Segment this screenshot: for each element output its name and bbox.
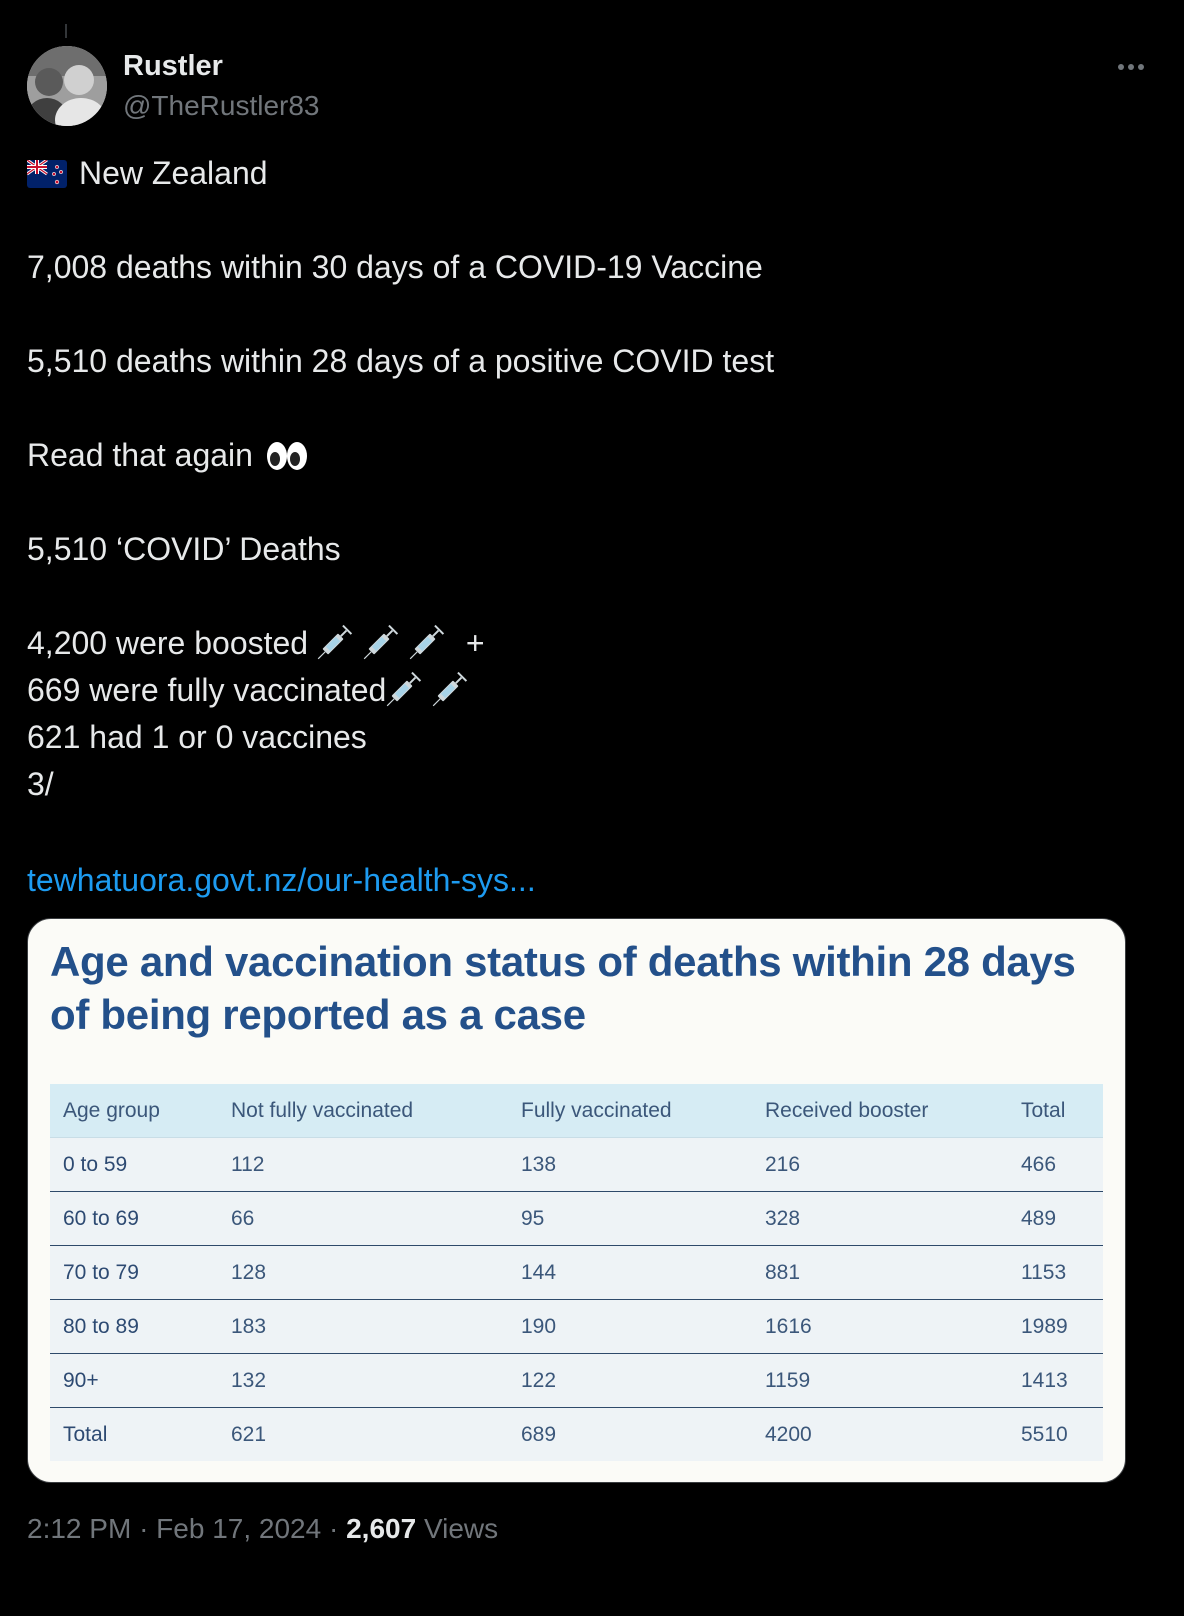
boosted-line: 4,200 were boosted +: [27, 620, 1147, 667]
table-row: 0 to 59 112 138 216 466: [50, 1137, 1103, 1192]
country-line: New Zealand: [26, 150, 1147, 197]
table-cell: 144: [508, 1245, 752, 1300]
covid-total-line: 5,510 ‘COVID’ Deaths: [27, 531, 341, 567]
table-header-cell: Total: [1008, 1084, 1103, 1138]
eyes-icon: [266, 438, 308, 485]
thread-connector-line: [65, 24, 67, 38]
table-row: 90+ 132 122 1159 1413: [50, 1353, 1103, 1408]
table-cell: 5510: [1008, 1407, 1103, 1461]
author-handle[interactable]: @TheRustler83: [123, 90, 320, 122]
views-label: Views: [423, 1513, 499, 1544]
table-cell: 1616: [752, 1299, 1008, 1354]
tweet-meta: 2:12 PM · Feb 17, 2024 · 2,607 Views: [27, 1513, 498, 1545]
views-count: 2,607: [346, 1513, 417, 1544]
table-cell: 621: [218, 1407, 508, 1461]
boosted-text: 4,200 were boosted: [27, 625, 309, 661]
table-cell: 112: [218, 1137, 508, 1192]
syringe-icon: [317, 620, 457, 673]
table-header-cell: Received booster: [752, 1084, 1008, 1138]
source-link-text[interactable]: tewhatuora.govt.nz/our-health-sys...: [27, 862, 536, 898]
fully-vaccinated-text: 669 were fully vaccinated: [27, 672, 387, 708]
table-cell: 66: [218, 1191, 508, 1246]
deaths-table: Age group Not fully vaccinated Fully vac…: [50, 1084, 1103, 1461]
table-cell: 122: [508, 1353, 752, 1408]
source-link[interactable]: tewhatuora.govt.nz/our-health-sys...: [27, 857, 1147, 904]
tweet-date[interactable]: Feb 17, 2024: [156, 1513, 321, 1544]
table-cell: 132: [218, 1353, 508, 1408]
table-cell: 1153: [1008, 1245, 1103, 1300]
new-zealand-flag-icon: [26, 154, 67, 201]
table-cell: 216: [752, 1137, 1008, 1192]
fully-vaccinated-line: 669 were fully vaccinated: [27, 667, 1147, 714]
card-title: Age and vaccination status of deaths wit…: [50, 938, 1076, 1038]
meta-separator: ·: [328, 1513, 339, 1544]
more-options-icon[interactable]: [1113, 52, 1149, 82]
table-header-cell: Age group: [50, 1084, 218, 1138]
table-row: 70 to 79 128 144 881 1153: [50, 1245, 1103, 1300]
table-cell: 328: [752, 1191, 1008, 1246]
table-cell: 70 to 79: [50, 1245, 218, 1300]
read-again-text: Read that again: [27, 437, 253, 473]
table-total-row: Total 621 689 4200 5510: [50, 1407, 1103, 1461]
table-header-cell: Fully vaccinated: [508, 1084, 752, 1138]
table-cell: 881: [752, 1245, 1008, 1300]
table-cell: 90+: [50, 1353, 218, 1408]
covid-deaths-line: 5,510 deaths within 28 days of a positiv…: [27, 343, 775, 379]
table-cell: 183: [218, 1299, 508, 1354]
table-header-cell: Not fully vaccinated: [218, 1084, 508, 1138]
table-cell: 1413: [1008, 1353, 1103, 1408]
table-cell: 466: [1008, 1137, 1103, 1192]
table-cell: 128: [218, 1245, 508, 1300]
vaccine-deaths-line: 7,008 deaths within 30 days of a COVID-1…: [27, 249, 763, 285]
tweet-time[interactable]: 2:12 PM: [27, 1513, 131, 1544]
table-header-row: Age group Not fully vaccinated Fully vac…: [50, 1084, 1103, 1138]
table-cell: 60 to 69: [50, 1191, 218, 1246]
tweet-header: Rustler @TheRustler83: [27, 46, 1157, 126]
partial-vaccine-line: 621 had 1 or 0 vaccines: [27, 719, 367, 755]
table-row: 80 to 89 183 190 1616 1989: [50, 1299, 1103, 1354]
tweet-text: New Zealand 7,008 deaths within 30 days …: [26, 150, 1147, 904]
syringe-icon: [386, 667, 478, 720]
read-again-line: Read that again: [27, 432, 1147, 479]
table-row: 60 to 69 66 95 328 489: [50, 1191, 1103, 1246]
thread-index: 3/: [27, 766, 54, 802]
meta-separator: ·: [139, 1513, 149, 1544]
table-cell: 489: [1008, 1191, 1103, 1246]
table-cell: 95: [508, 1191, 752, 1246]
table-cell: 1159: [752, 1353, 1008, 1408]
table-cell: 1989: [1008, 1299, 1103, 1354]
table-cell: 80 to 89: [50, 1299, 218, 1354]
table-cell: 190: [508, 1299, 752, 1354]
author-name[interactable]: Rustler: [123, 50, 223, 83]
country-text: New Zealand: [79, 155, 268, 191]
table-cell: 689: [508, 1407, 752, 1461]
avatar[interactable]: [27, 46, 107, 126]
table-cell: 0 to 59: [50, 1137, 218, 1192]
table-cell: 138: [508, 1137, 752, 1192]
attached-image-card[interactable]: Age and vaccination status of deaths wit…: [27, 918, 1126, 1483]
table-cell: 4200: [752, 1407, 1008, 1461]
boosted-suffix: +: [465, 625, 485, 661]
table-cell: Total: [50, 1407, 218, 1461]
